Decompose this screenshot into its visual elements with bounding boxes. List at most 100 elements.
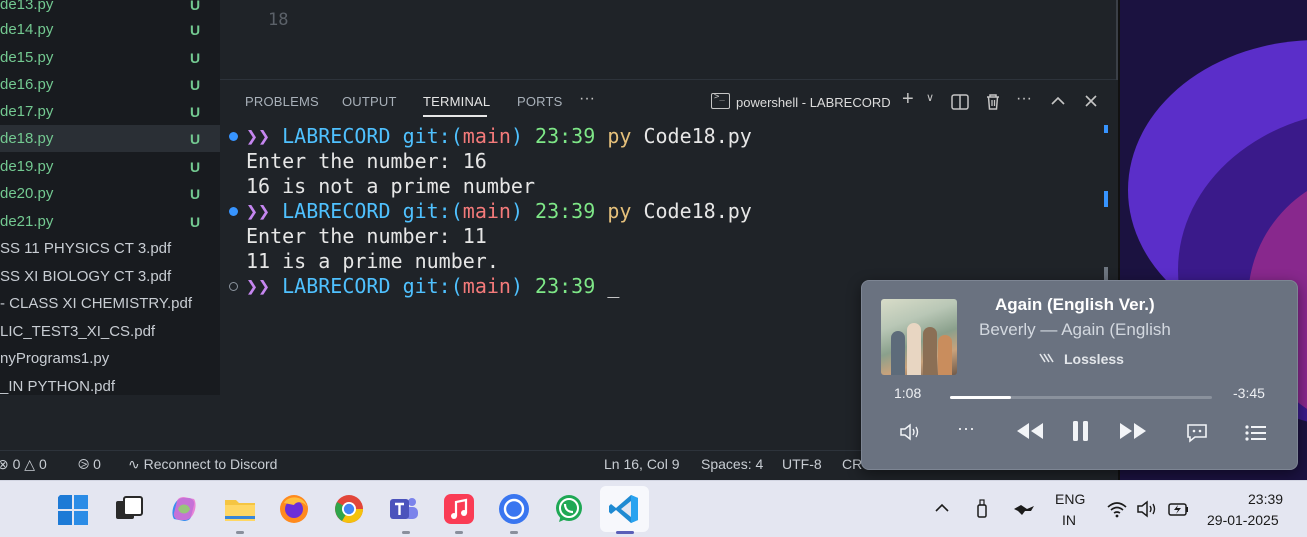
usb-drive-icon[interactable] <box>975 499 989 519</box>
fast-forward-icon[interactable] <box>1117 421 1149 441</box>
git-status-badge: U <box>190 21 201 38</box>
clock-date[interactable]: 29-01-2025 <box>1207 512 1279 528</box>
encoding[interactable]: UTF-8 <box>782 456 822 472</box>
indentation[interactable]: Spaces: 4 <box>701 456 763 472</box>
prompt-line: ❯❯ LABRECORD git:(main) 23:39 _ <box>246 274 619 299</box>
file-item[interactable]: de20.py U <box>0 180 220 207</box>
prompt-line: ❯❯ LABRECORD git:(main) 23:39 py Code18.… <box>246 199 752 224</box>
tab-output[interactable]: OUTPUT <box>342 94 397 109</box>
tab-problems[interactable]: PROBLEMS <box>245 94 319 109</box>
discord-status[interactable]: ∿ Reconnect to Discord <box>128 456 277 473</box>
file-name: de13.py <box>0 0 54 13</box>
file-item[interactable]: SS 11 PHYSICS CT 3.pdf <box>0 235 220 262</box>
cursor-position[interactable]: Ln 16, Col 9 <box>604 456 680 472</box>
file-item[interactable]: de15.py U <box>0 44 220 71</box>
file-name: de16.py <box>0 76 54 93</box>
more-tabs-icon[interactable]: ··· <box>579 90 595 108</box>
terminal-name[interactable]: powershell - LABRECORD <box>736 95 891 110</box>
file-name: SS XI BIOLOGY CT 3.pdf <box>0 268 172 285</box>
copilot-icon[interactable] <box>168 493 202 527</box>
panel-tabs: PROBLEMS OUTPUT TERMINAL PORTS ··· power… <box>220 81 1118 123</box>
file-name: _IN PYTHON.pdf <box>0 378 116 395</box>
signal-icon[interactable] <box>498 493 532 527</box>
task-view-icon[interactable] <box>114 495 148 529</box>
command-success-icon[interactable] <box>229 207 238 216</box>
new-terminal-icon[interactable]: + <box>902 88 914 111</box>
maximize-panel-icon[interactable] <box>1050 95 1066 107</box>
ports-indicator[interactable]: ⧁ 0 <box>78 456 101 473</box>
file-item[interactable]: LIC_TEST3_XI_CS.pdf <box>0 318 220 345</box>
queue-icon[interactable] <box>1244 424 1268 442</box>
scrollbar-marker[interactable] <box>1104 191 1108 207</box>
more-actions-icon[interactable]: ··· <box>1016 90 1032 108</box>
firefox-icon[interactable] <box>278 493 312 527</box>
chevron-up-icon[interactable] <box>934 503 950 513</box>
git-status-badge: U <box>190 158 201 175</box>
chevron-down-icon[interactable]: ∨ <box>926 91 934 104</box>
tab-terminal[interactable]: TERMINAL <box>423 94 490 109</box>
file-item[interactable]: nyPrograms1.py <box>0 345 220 372</box>
git-status-badge: U <box>190 103 201 120</box>
wifi-icon[interactable] <box>1106 500 1128 518</box>
chrome-icon[interactable] <box>333 493 367 527</box>
bluetooth-device-icon[interactable] <box>1013 501 1035 517</box>
volume-icon[interactable] <box>898 421 926 443</box>
editor-area[interactable]: 18 <box>220 0 1118 80</box>
windows-start-icon[interactable] <box>57 494 91 528</box>
prompt-git-close: ) <box>510 274 523 298</box>
file-item[interactable]: de14.py U <box>0 16 220 43</box>
close-icon[interactable] <box>1084 94 1098 108</box>
explorer-sidebar: de13.py U de14.py U de15.py U de16.py U de17… <box>0 0 220 395</box>
apple-music-icon[interactable] <box>443 493 477 527</box>
file-item-selected[interactable]: de18.py U <box>0 125 220 152</box>
track-artist: Beverly — Again (English <box>979 320 1171 339</box>
terminal-icon <box>711 92 730 109</box>
speaker-icon[interactable] <box>1136 500 1158 518</box>
rewind-icon[interactable] <box>1014 421 1046 441</box>
file-item[interactable]: _IN PYTHON.pdf <box>0 373 220 395</box>
lossless-badge: Lossless <box>1064 351 1124 367</box>
file-item[interactable]: SS XI BIOLOGY CT 3.pdf <box>0 263 220 290</box>
taskbar: ENG IN 23:39 29-01-2025 <box>0 480 1307 537</box>
command-success-icon[interactable] <box>229 132 238 141</box>
clock-time[interactable]: 23:39 <box>1248 491 1283 507</box>
pause-icon[interactable] <box>1070 419 1092 443</box>
file-item[interactable]: de16.py U <box>0 71 220 98</box>
vscode-icon[interactable] <box>608 493 642 527</box>
running-indicator <box>402 531 410 534</box>
file-item[interactable]: de21.py U <box>0 208 220 235</box>
prompt-git: git:( <box>402 199 463 223</box>
more-options-icon[interactable]: ··· <box>957 418 975 439</box>
tab-ports[interactable]: PORTS <box>517 94 563 109</box>
file-name: de14.py <box>0 21 54 38</box>
trash-icon[interactable] <box>985 93 1001 111</box>
problems-indicator[interactable]: ⊗ 0 △ 0 <box>0 456 47 473</box>
input-locale[interactable]: IN <box>1062 512 1076 528</box>
scrollbar-marker[interactable] <box>1104 125 1108 133</box>
prompt-time: 23:39 <box>535 199 596 223</box>
progress-bar[interactable] <box>950 396 1212 399</box>
discord-label: Reconnect to Discord <box>143 456 278 472</box>
prompt-time: 23:39 <box>535 274 596 298</box>
prompt-directory: LABRECORD <box>282 124 391 148</box>
file-name: de19.py <box>0 158 54 175</box>
whatsapp-icon[interactable] <box>553 493 587 527</box>
language-indicator[interactable]: ENG <box>1055 491 1085 507</box>
file-explorer-icon[interactable] <box>223 494 257 528</box>
teams-icon[interactable] <box>387 493 421 527</box>
file-item[interactable]: de17.py U <box>0 98 220 125</box>
split-terminal-icon[interactable] <box>951 94 969 110</box>
lyrics-icon[interactable] <box>1185 422 1209 444</box>
command-arg: Code18.py <box>643 124 752 148</box>
running-indicator <box>510 531 518 534</box>
prompt-branch: main <box>462 199 511 223</box>
git-status-badge: U <box>190 49 201 66</box>
battery-charging-icon[interactable] <box>1166 500 1190 518</box>
command-name: py <box>607 199 632 223</box>
command-pending-icon <box>229 282 238 291</box>
file-item[interactable]: de19.py U <box>0 153 220 180</box>
track-title-text: Again (English Ver.) <box>995 295 1155 314</box>
line-ending[interactable]: CR <box>842 456 862 472</box>
file-item[interactable]: - CLASS XI CHEMISTRY.pdf <box>0 290 220 317</box>
media-flyout: Again (English Ver.) Beverly — Again (En… <box>861 280 1298 470</box>
